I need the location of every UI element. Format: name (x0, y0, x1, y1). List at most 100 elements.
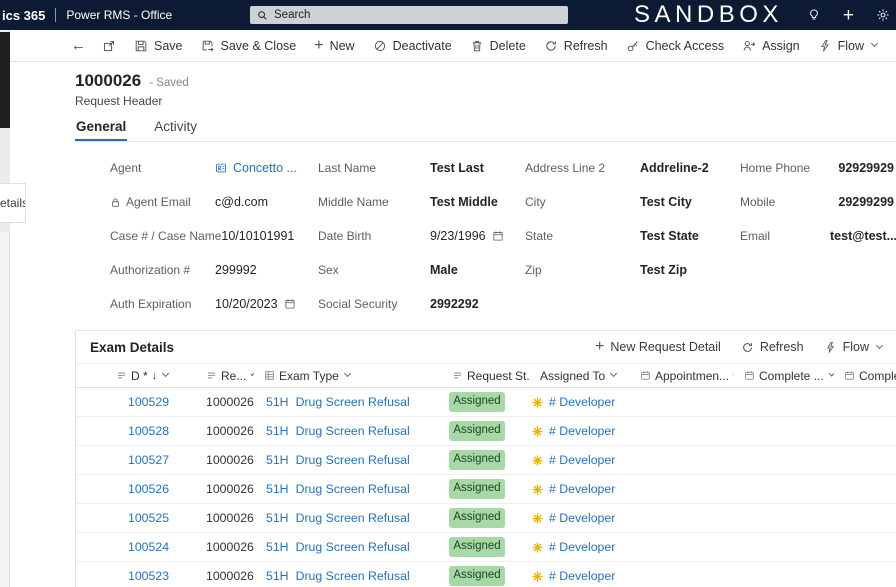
deactivate-label: Deactivate (392, 38, 452, 53)
team-star-icon (532, 454, 543, 466)
assigned-to-link[interactable]: # Developer (549, 511, 615, 525)
complete-cell-2 (834, 446, 896, 474)
contact-card-icon (216, 163, 226, 173)
request-number-cell: 1000026 (206, 540, 254, 554)
exam-type-link[interactable]: 51H Drug Screen Refusal (266, 424, 410, 438)
subgrid-title: Exam Details (90, 339, 175, 355)
exam-detail-row[interactable]: 100527 1000026 51H Drug Screen Refusal As… (76, 446, 896, 475)
exam-detail-row[interactable]: 100525 1000026 51H Drug Screen Refusal As… (76, 504, 896, 533)
mobile-value[interactable]: 29299299 (838, 195, 896, 209)
flow-button[interactable]: Flow (809, 30, 886, 61)
form-column-4: Home Phone 92929929 Mobile 29299299 Emai… (740, 151, 896, 321)
refresh-icon (742, 342, 752, 352)
agent-value-text: Concetto ... (233, 161, 297, 175)
popout-icon (103, 40, 115, 51)
state-value[interactable]: Test State (640, 229, 699, 243)
column-header-request[interactable]: Re... (196, 364, 254, 387)
column-header-exam-type[interactable]: Exam Type (254, 364, 442, 387)
back-button[interactable]: ← (64, 30, 93, 61)
lightbulb-icon[interactable] (807, 8, 821, 22)
assigned-to-link[interactable]: # Developer (549, 569, 615, 583)
chevron-down-icon (610, 369, 618, 378)
middle-name-value[interactable]: Test Middle (430, 195, 498, 209)
column-header-assigned-to[interactable]: Assigned To (530, 364, 630, 387)
popout-form-button[interactable] (93, 30, 125, 61)
assigned-to-link[interactable]: # Developer (549, 540, 615, 554)
appointment-cell (630, 417, 734, 445)
refresh-label: Refresh (563, 38, 608, 53)
auth-expiration-value[interactable]: 10/20/2023 (215, 297, 296, 311)
tab-activity[interactable]: Activity (153, 117, 198, 141)
social-security-value[interactable]: 2992292 (430, 297, 479, 311)
agent-lookup-value[interactable]: Concetto ... (215, 161, 297, 175)
exam-detail-row[interactable]: 100526 1000026 51H Drug Screen Refusal As… (76, 475, 896, 504)
home-phone-value[interactable]: 92929929 (838, 161, 896, 175)
save-and-close-button[interactable]: Save & Close (192, 30, 306, 61)
subgrid-refresh-button[interactable]: Refresh (731, 332, 814, 362)
request-number-cell: 1000026 (206, 511, 254, 525)
exam-detail-row[interactable]: 100524 1000026 51H Drug Screen Refusal As… (76, 533, 896, 562)
exam-detail-id-link[interactable]: 100528 (128, 424, 169, 438)
exam-detail-row[interactable]: 100529 1000026 51H Drug Screen Refusal As… (76, 388, 896, 417)
save-status: - Saved (149, 77, 189, 89)
last-name-value[interactable]: Test Last (430, 161, 484, 175)
flow-icon (820, 39, 829, 52)
date-birth-value[interactable]: 9/23/1996 (430, 229, 504, 243)
save-button[interactable]: Save (125, 30, 192, 61)
delete-label: Delete (489, 38, 526, 53)
exam-detail-row[interactable]: 100528 1000026 51H Drug Screen Refusal As… (76, 417, 896, 446)
field-label: Agent Email (110, 195, 215, 209)
assigned-to-link[interactable]: # Developer (549, 482, 615, 496)
column-header-appointment[interactable]: Appointmen... (630, 364, 734, 387)
exam-detail-id-link[interactable]: 100526 (128, 482, 169, 496)
exam-detail-id-link[interactable]: 100527 (128, 453, 169, 467)
sidebar-item-details[interactable]: etails (0, 183, 26, 223)
city-value[interactable]: Test City (640, 195, 692, 209)
complete-cell-1 (734, 388, 834, 416)
app-brand[interactable]: ics 365 (2, 8, 45, 23)
authorization-value[interactable]: 299992 (215, 263, 257, 277)
assigned-to-link[interactable]: # Developer (549, 453, 615, 467)
exam-detail-id-link[interactable]: 100524 (128, 540, 169, 554)
exam-type-link[interactable]: 51H Drug Screen Refusal (266, 511, 410, 525)
exam-type-link[interactable]: 51H Drug Screen Refusal (266, 482, 410, 496)
email-value[interactable]: test@test... (830, 229, 896, 243)
sex-value[interactable]: Male (430, 263, 458, 277)
exam-detail-id-link[interactable]: 100525 (128, 511, 169, 525)
column-header-request-status[interactable]: Request St... (442, 364, 530, 387)
new-button[interactable]: + New (305, 30, 363, 61)
new-request-detail-button[interactable]: + New Request Detail (585, 332, 731, 362)
deactivate-button[interactable]: Deactivate (364, 30, 461, 61)
exam-type-link[interactable]: 51H Drug Screen Refusal (266, 453, 410, 467)
tab-general[interactable]: General (75, 117, 128, 141)
delete-button[interactable]: Delete (461, 30, 535, 61)
exam-detail-id-link[interactable]: 100529 (128, 395, 169, 409)
app-name[interactable]: Power RMS - Office (66, 8, 172, 22)
field-mobile: Mobile 29299299 (740, 185, 896, 219)
check-access-button[interactable]: Check Access (617, 30, 734, 61)
exam-detail-row[interactable]: 100523 1000026 51H Drug Screen Refusal As… (76, 562, 896, 587)
case-name-value[interactable]: 10/10101991 (221, 229, 294, 243)
zip-value[interactable]: Test Zip (640, 263, 687, 277)
exam-type-link[interactable]: 51H Drug Screen Refusal (266, 540, 410, 554)
assign-button[interactable]: Assign (733, 30, 809, 61)
global-search-input[interactable]: Search (250, 6, 568, 24)
complete-cell-1 (734, 562, 834, 587)
exam-type-link[interactable]: 51H Drug Screen Refusal (266, 569, 410, 583)
settings-gear-icon[interactable] (876, 8, 890, 22)
agent-email-value: c@d.com (215, 195, 268, 209)
refresh-button[interactable]: Refresh (535, 30, 617, 61)
word-templates-button[interactable]: Word Templates (886, 30, 896, 61)
assigned-to-link[interactable]: # Developer (549, 424, 615, 438)
exam-detail-id-link[interactable]: 100523 (128, 569, 169, 583)
subgrid-flow-button[interactable]: Flow (814, 332, 892, 362)
column-header-complete-2[interactable]: Complete... (834, 364, 896, 387)
calendar-type-icon (641, 371, 650, 380)
assigned-to-link[interactable]: # Developer (549, 395, 615, 409)
column-header-complete-1[interactable]: Complete ... (734, 364, 834, 387)
column-header-detail-id[interactable]: D * ↓ (106, 364, 196, 387)
exam-type-link[interactable]: 51H Drug Screen Refusal (266, 395, 410, 409)
address-line-2-value[interactable]: Addreline-2 (640, 161, 709, 175)
quick-create-plus-icon[interactable]: + (843, 6, 854, 25)
team-star-icon (532, 396, 543, 408)
